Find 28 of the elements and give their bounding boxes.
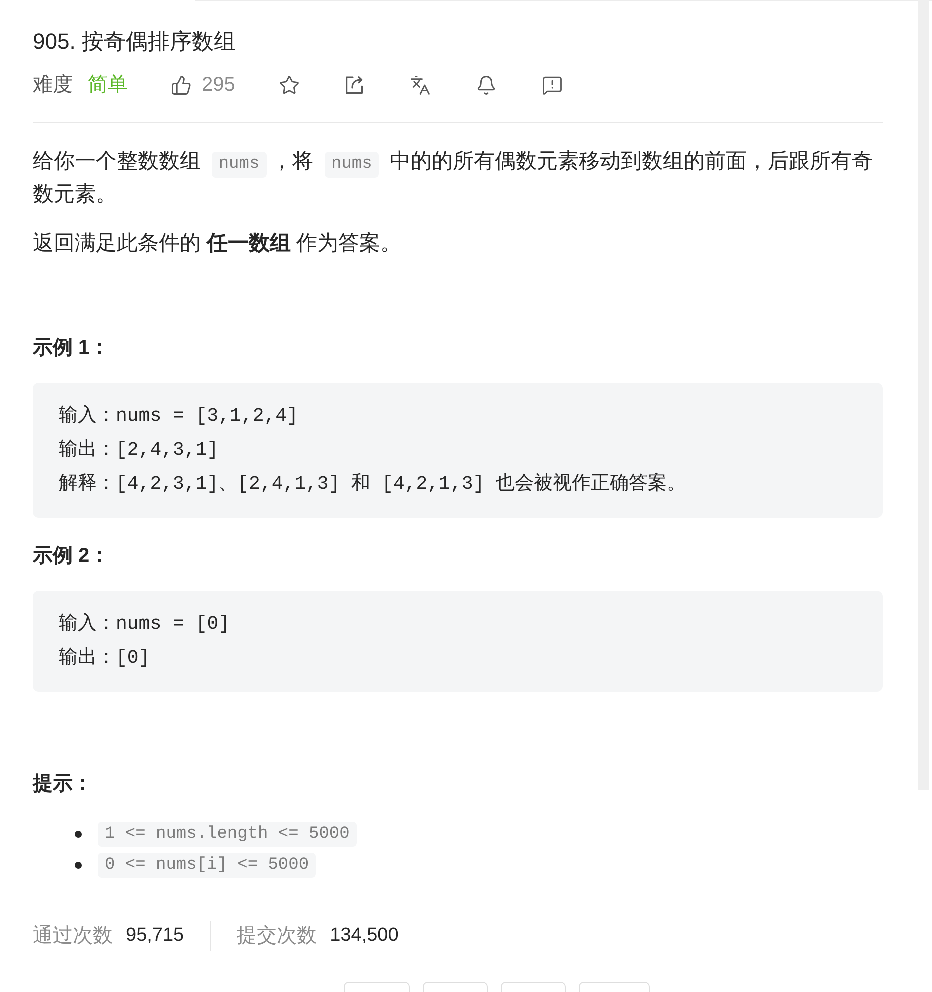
- star-icon[interactable]: [279, 74, 300, 96]
- stat-value: 134,500: [330, 924, 399, 948]
- stat-value: 95,715: [126, 924, 184, 948]
- difficulty-label: 难度: [33, 73, 73, 98]
- description-paragraph: 给你一个整数数组 nums ，将 nums 中的的所有偶数元素移动到数组的前面，后跟所有奇数元素。: [33, 149, 874, 208]
- feedback-icon[interactable]: [542, 74, 564, 96]
- bell-icon[interactable]: [476, 74, 498, 96]
- example-heading: 示例 1：: [33, 336, 110, 361]
- constraint-code: 1 <= nums.length <= 5000: [98, 822, 357, 847]
- constraint-code: 0 <= nums[i] <= 5000: [98, 853, 316, 878]
- translate-icon[interactable]: [410, 74, 432, 96]
- code-line: 输出：[0]: [59, 646, 150, 671]
- thumbs-up-icon: [171, 74, 192, 96]
- stat-label: 通过次数: [33, 924, 113, 949]
- bullet-icon: [75, 831, 82, 838]
- bullet-icon: [75, 862, 82, 869]
- share-icon[interactable]: [344, 74, 366, 96]
- code-line: 输入：nums = [3,1,2,4]: [59, 404, 298, 429]
- difficulty-value: 简单: [88, 73, 128, 98]
- example-heading: 示例 2：: [33, 544, 110, 569]
- code-line: 解释：[4,2,3,1]、[2,4,1,3] 和 [4,2,1,3] 也会被视作正确答案。: [59, 472, 686, 497]
- code-line: 输出：[2,4,3,1]: [59, 438, 219, 463]
- description-paragraph: 返回满足此条件的 任一数组 作为答案。: [33, 231, 403, 257]
- code-line: 输入：nums = [0]: [59, 612, 230, 637]
- stat-label: 提交次数: [237, 924, 318, 949]
- constraints-heading: 提示：: [33, 772, 93, 797]
- like-button[interactable]: 295: [171, 70, 236, 100]
- problem-title: 905. 按奇偶排序数组: [33, 28, 236, 56]
